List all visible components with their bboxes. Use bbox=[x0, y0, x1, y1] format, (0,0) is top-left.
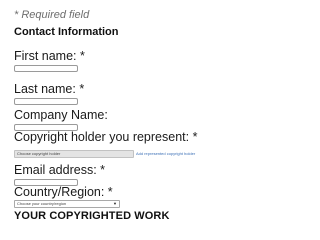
country-region-selected-value: Choose your country/region bbox=[17, 201, 67, 206]
country-region-label: Country/Region: * bbox=[14, 185, 113, 199]
copyrighted-work-heading: YOUR COPYRIGHTED WORK bbox=[14, 210, 170, 222]
required-field-note: * Required field bbox=[14, 9, 90, 21]
email-address-label: Email address: * bbox=[14, 163, 106, 177]
chevron-down-icon: ▼ bbox=[113, 201, 117, 206]
copyright-holder-select[interactable]: Choose copyright holder bbox=[14, 150, 134, 158]
company-name-label: Company Name: bbox=[14, 108, 108, 122]
contact-information-heading: Contact Information bbox=[14, 26, 119, 38]
first-name-label: First name: * bbox=[14, 49, 85, 63]
copyright-holder-selected-value: Choose copyright holder bbox=[17, 151, 61, 156]
add-copyright-holder-link[interactable]: Add represented copyright holder bbox=[136, 151, 195, 157]
last-name-input[interactable] bbox=[14, 98, 78, 105]
copyright-holder-label: Copyright holder you represent: * bbox=[14, 130, 198, 144]
first-name-input[interactable] bbox=[14, 65, 78, 72]
last-name-label: Last name: * bbox=[14, 82, 85, 96]
copyright-form-page: * Required field Contact Information Fir… bbox=[0, 0, 300, 228]
country-region-select[interactable]: Choose your country/region ▼ bbox=[14, 200, 120, 208]
